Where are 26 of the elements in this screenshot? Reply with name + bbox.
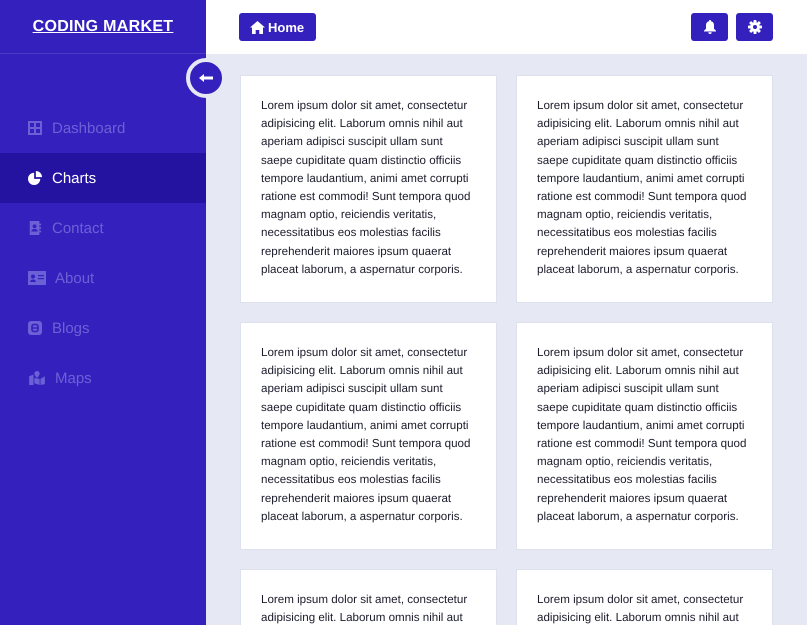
notifications-button[interactable] [691,13,728,41]
sidebar-item[interactable]: Dashboard [0,103,206,153]
sidebar-item[interactable]: Blogs [0,303,206,353]
settings-button[interactable] [736,13,773,41]
card-paragraph: Lorem ipsum dolor sit amet, consectetur adipisicing elit. Laborum omnis nihil aut aperiam adipisci suscipit ullam sunt saepe cupiditate quam distinctio officiis tempore laudantium, animi amet corrupti ratione est commodi! Sunt tempora quod magnam optio, reiciendis veritatis, necessitatibus eos molestias facilis reprehenderit maiores ipsum quaerat placeat laborum, a aspernatur corporis. [261,98,472,278]
map-pin-icon [28,371,46,385]
id-card-icon [28,271,46,285]
brand-logo-text[interactable]: CODING MARKET [32,18,174,36]
sidebar-item[interactable]: Maps [0,353,206,403]
card-paragraph: Lorem ipsum dolor sit amet, consectetur adipisicing elit. Laborum omnis nihil aut [537,592,744,625]
blog-icon [28,321,42,335]
sidebar-item[interactable]: About [0,253,206,303]
card-paragraph: Lorem ipsum dolor sit amet, consectetur adipisicing elit. Laborum omnis nihil aut aperiam adipisci suscipit ullam sunt saepe cupiditate quam distinctio officiis tempore laudantium, animi amet corrupti ratione est commodi! Sunt tempora quod magnam optio, reiciendis veritatis, necessitatibus eos molestias facilis reprehenderit maiores ipsum quaerat placeat laborum, a aspernatur corporis. [537,345,748,525]
grid-icon [28,121,42,135]
home-icon [250,20,265,34]
bell-icon [704,20,716,34]
pie-chart-icon [28,171,42,185]
sidebar-item[interactable]: Charts [0,153,206,203]
card-paragraph: Lorem ipsum dolor sit amet, consectetur adipisicing elit. Laborum omnis nihil aut aperiam adipisci suscipit ullam sunt saepe cupiditate quam distinctio officiis tempore laudantium, animi amet corrupti ratione est commodi! Sunt tempora quod magnam optio, reiciendis veritatis, necessitatibus eos molestias facilis reprehenderit maiores ipsum quaerat placeat laborum, a aspernatur corporis. [261,345,472,525]
settings-icon [748,20,762,34]
left-arrow-icon [198,73,214,83]
address-book-icon [28,221,42,235]
card-paragraph: Lorem ipsum dolor sit amet, consectetur adipisicing elit. Laborum omnis nihil aut [261,592,468,625]
sidebar-item[interactable]: Contact [0,203,206,253]
card-paragraph: Lorem ipsum dolor sit amet, consectetur adipisicing elit. Laborum omnis nihil aut aperiam adipisci suscipit ullam sunt saepe cupiditate quam distinctio officiis tempore laudantium, animi amet corrupti ratione est commodi! Sunt tempora quod magnam optio, reiciendis veritatis, necessitatibus eos molestias facilis reprehenderit maiores ipsum quaerat placeat laborum, a aspernatur corporis. [537,98,748,278]
home-button[interactable]: Home [239,13,316,41]
